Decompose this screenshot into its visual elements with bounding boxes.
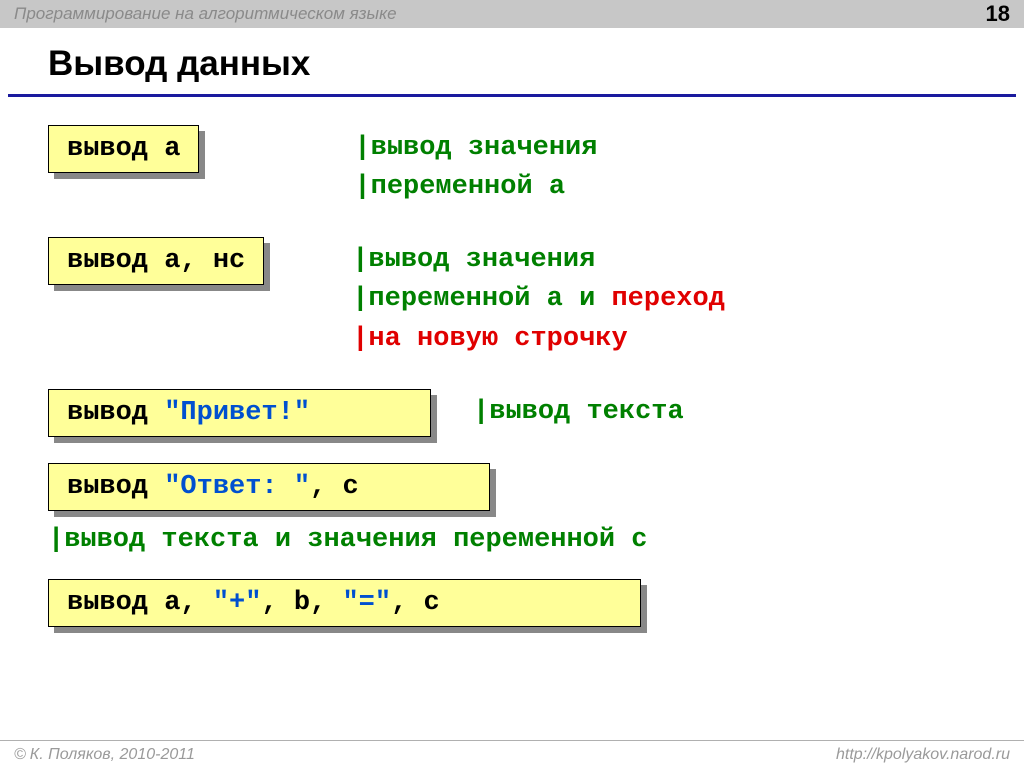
example-row-2: вывод a, нс |вывод значения |переменной … <box>48 237 976 358</box>
example-row-4: вывод "Ответ: ", c <box>48 463 976 511</box>
code-arg: , b, <box>261 588 342 618</box>
comment-line: |вывод значения <box>354 129 597 168</box>
page-number: 18 <box>986 1 1010 27</box>
keyword: вывод <box>67 246 164 276</box>
copyright-symbol: © <box>14 746 26 764</box>
comment-line: |переменной a и переход <box>352 280 725 319</box>
footer: © К. Поляков, 2010-2011 http://kpolyakov… <box>0 740 1024 768</box>
code-arg: a <box>164 134 180 164</box>
header-title: Программирование на алгоритмическом язык… <box>14 4 397 24</box>
code-arg: a, нс <box>164 246 245 276</box>
code-arg: , c <box>391 588 440 618</box>
string-literal: "Привет!" <box>164 398 310 428</box>
footer-url: http://kpolyakov.narod.ru <box>836 746 1010 764</box>
copyright: © К. Поляков, 2010-2011 <box>14 746 195 764</box>
comment-3: |вывод текста <box>431 389 684 432</box>
example-row-1: вывод a |вывод значения |переменной a <box>48 125 976 207</box>
code-arg: , c <box>310 472 359 502</box>
comment-line: |на новую строчку <box>352 320 725 359</box>
comment-line: |переменной a <box>354 168 597 207</box>
comment-highlight: переход <box>611 284 724 314</box>
comment-line: |вывод значения <box>352 241 725 280</box>
copyright-text: К. Поляков, 2010-2011 <box>30 746 195 764</box>
header-bar: Программирование на алгоритмическом язык… <box>0 0 1024 28</box>
keyword: вывод <box>67 472 164 502</box>
keyword: вывод <box>67 398 164 428</box>
code-box-1: вывод a <box>48 125 199 173</box>
slide-title: Вывод данных <box>8 28 1016 97</box>
code-box-5: вывод a, "+", b, "=", c <box>48 579 641 627</box>
comment-text: |переменной a и <box>352 284 611 314</box>
comment-2: |вывод значения |переменной a и переход … <box>264 237 725 358</box>
string-literal: "=" <box>342 588 391 618</box>
keyword: вывод <box>67 588 164 618</box>
code-box-2: вывод a, нс <box>48 237 264 285</box>
comment-full: |вывод текста и значения переменной c <box>48 525 976 555</box>
string-literal: "+" <box>213 588 262 618</box>
example-row-3: вывод "Привет!" |вывод текста <box>48 389 976 437</box>
code-box-3: вывод "Привет!" <box>48 389 431 437</box>
keyword: вывод <box>67 134 164 164</box>
example-row-5: вывод a, "+", b, "=", c <box>48 579 976 627</box>
string-literal: "Ответ: " <box>164 472 310 502</box>
code-arg: a, <box>164 588 213 618</box>
comment-1: |вывод значения |переменной a <box>199 125 597 207</box>
slide-content: вывод a |вывод значения |переменной a вы… <box>0 125 1024 627</box>
code-box-4: вывод "Ответ: ", c <box>48 463 490 511</box>
